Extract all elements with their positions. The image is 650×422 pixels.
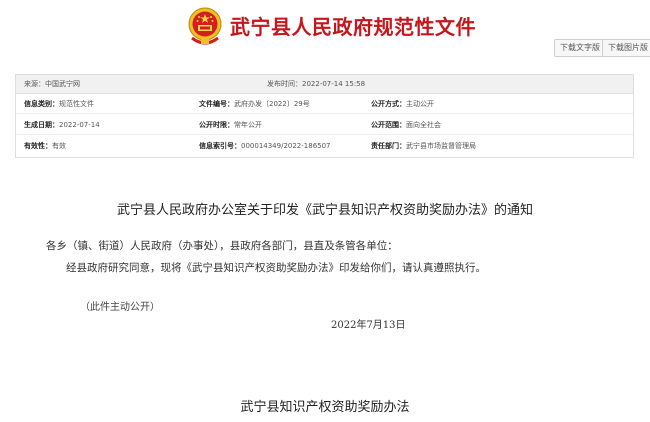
national-emblem-icon	[188, 7, 222, 45]
download-text-button[interactable]: 下载文字版	[554, 39, 606, 57]
meta-row: 信息类别：规范性文件 文件编号：武府办发〔2022〕29号 公开方式：主动公开	[16, 94, 633, 114]
download-image-button[interactable]: 下载图片版	[602, 39, 650, 57]
attachment-title: 武宁县知识产权资助奖励办法	[240, 400, 410, 415]
site-title: 武宁县人民政府规范性文件	[230, 15, 476, 39]
meta-header: 来源：中国武宁网 发布时间：2022-07-14 15:58	[16, 75, 633, 94]
document-title: 武宁县人民政府办公室关于印发《武宁县知识产权资助奖励办法》的通知	[116, 203, 533, 218]
meta-row: 生成日期：2022-07-14 公开时限：常年公开 公开范围：面向全社会	[16, 115, 633, 135]
document-body: 经县政府研究同意，现将《武宁县知识产权资助奖励办法》印发给你们，请认真遵照执行。	[66, 262, 486, 274]
document-date: 2022年7月13日	[331, 320, 406, 331]
page-header: 武宁县人民政府规范性文件 下载文字版 下载图片版	[0, 0, 650, 72]
meta-row: 有效性：有效 信息索引号：000014349/2022-186507 责任部门：…	[24, 142, 476, 150]
meta-source: 来源：中国武宁网	[24, 80, 80, 88]
document-meta-table: 来源：中国武宁网 发布时间：2022-07-14 15:58 信息类别：规范性文…	[15, 74, 634, 158]
meta-publish-time: 发布时间：2022-07-14 15:58	[267, 80, 366, 88]
document-salutation: 各乡（镇、街道）人民政府（办事处），县政府各部门，县直及条管各单位：	[46, 240, 398, 252]
public-note: （此件主动公开）	[80, 302, 160, 313]
